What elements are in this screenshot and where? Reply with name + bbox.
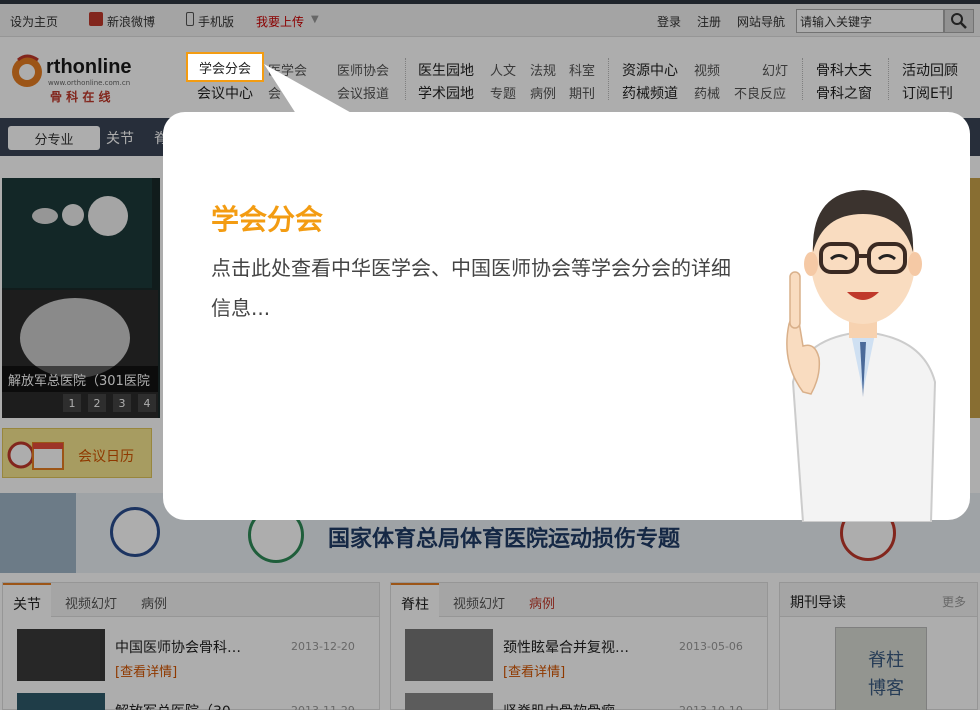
popup-pointer (264, 64, 364, 120)
popup-body: 点击此处查看中华医学会、中国医师协会等学会分会的详细信息... (211, 256, 731, 320)
doctor-mascot-icon (786, 190, 937, 522)
highlighted-nav-xuehui-fenhui[interactable]: 学会分会 (186, 52, 264, 82)
popup-title: 学会分会 (211, 203, 324, 236)
tutorial-popup: 学会分会 点击此处查看中华医学会、中国医师协会等学会分会的详细信息... (163, 112, 970, 522)
